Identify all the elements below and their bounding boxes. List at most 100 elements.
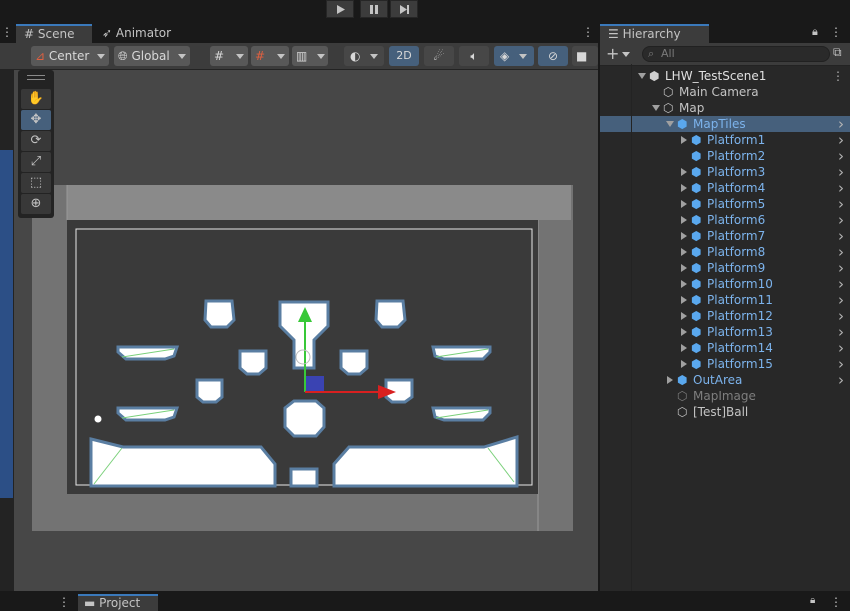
chevron-right-icon[interactable]: › — [838, 228, 844, 244]
platform[interactable] — [238, 349, 268, 376]
hierarchy-item[interactable]: ⬢ Platform15 › — [600, 356, 850, 372]
test-ball[interactable] — [94, 415, 102, 423]
hand-tool-button[interactable]: ✋ — [21, 89, 51, 109]
gizmo-xy-plane[interactable] — [305, 376, 324, 392]
scene-canvas[interactable] — [14, 70, 598, 591]
fold-closed-icon[interactable] — [667, 376, 673, 384]
hierarchy-item[interactable]: ⬢ Platform5 › — [600, 196, 850, 212]
space-dropdown[interactable]: 🌐︎ Global — [114, 46, 190, 66]
hierarchy-item[interactable]: ⬢ Platform6 › — [600, 212, 850, 228]
fold-closed-icon[interactable] — [681, 328, 687, 336]
fold-open-icon[interactable] — [666, 121, 674, 127]
lighting-button[interactable]: ☄ — [424, 46, 454, 66]
hierarchy-item[interactable]: ⬡ MapImage — [600, 388, 850, 404]
chevron-right-icon[interactable]: › — [838, 324, 844, 340]
hierarchy-item[interactable]: ⬢ Platform11 › — [600, 292, 850, 308]
hierarchy-item[interactable]: ⬢ Platform4 › — [600, 180, 850, 196]
hierarchy-item[interactable]: ⬢ Platform13 › — [600, 324, 850, 340]
chevron-right-icon[interactable]: › — [838, 180, 844, 196]
add-button[interactable]: + — [606, 44, 619, 63]
rotate-tool-button[interactable]: ⟳ — [21, 131, 51, 151]
scene-visibility-icon[interactable]: ⧉ — [833, 45, 842, 60]
chevron-right-icon[interactable]: › — [838, 260, 844, 276]
audio-button[interactable]: 🔈︎ — [459, 46, 489, 66]
fold-closed-icon[interactable] — [681, 216, 687, 224]
chevron-right-icon[interactable]: › — [838, 132, 844, 148]
hierarchy-item[interactable]: ⬡ Main Camera — [600, 84, 850, 100]
scale-tool-button[interactable]: ⤢ — [21, 152, 51, 172]
hierarchy-scene-row[interactable]: ⬢ LHW_TestScene1 ⋮ — [600, 68, 850, 84]
grid-visibility-button[interactable]: # — [251, 46, 289, 66]
fold-open-icon[interactable] — [652, 105, 660, 111]
platform[interactable] — [203, 299, 236, 329]
fold-open-icon[interactable] — [638, 73, 646, 79]
fold-closed-icon[interactable] — [681, 184, 687, 192]
fold-closed-icon[interactable] — [681, 200, 687, 208]
bottom-left-menu-icon[interactable]: ⋮ — [58, 595, 70, 609]
hierarchy-item[interactable]: ⬢ Platform7 › — [600, 228, 850, 244]
scene-menu-icon[interactable]: ⋮ — [832, 68, 844, 84]
move-tool-button[interactable]: ✥ — [21, 110, 51, 130]
tab-scene[interactable]: # Scene — [16, 24, 92, 43]
chevron-right-icon[interactable]: › — [838, 292, 844, 308]
tab-project[interactable]: ▬ Project — [78, 594, 158, 611]
platform[interactable] — [374, 299, 407, 329]
draw-mode-dropdown[interactable]: ◐ — [344, 46, 384, 66]
rect-tool-button[interactable]: ⬚ — [21, 173, 51, 193]
fold-closed-icon[interactable] — [681, 312, 687, 320]
chevron-right-icon[interactable]: › — [838, 372, 844, 388]
chevron-right-icon[interactable]: › — [838, 276, 844, 292]
effects-button[interactable]: ◈ — [494, 46, 534, 66]
fold-closed-icon[interactable] — [681, 264, 687, 272]
hidden-objects-button[interactable]: ⊘ — [538, 46, 568, 66]
hierarchy-item[interactable]: ⬢ Platform8 › — [600, 244, 850, 260]
palette-grip[interactable] — [27, 79, 45, 80]
fold-closed-icon[interactable] — [681, 344, 687, 352]
play-button[interactable] — [326, 0, 354, 18]
chevron-right-icon[interactable]: › — [838, 196, 844, 212]
hierarchy-item[interactable]: ⬢ Platform3 › — [600, 164, 850, 180]
hierarchy-item[interactable]: ⬢ Platform1 › — [600, 132, 850, 148]
chevron-right-icon[interactable]: › — [838, 356, 844, 372]
chevron-right-icon[interactable]: › — [838, 340, 844, 356]
hierarchy-item[interactable]: ⬢ Platform2 › — [600, 148, 850, 164]
fold-closed-icon[interactable] — [681, 248, 687, 256]
hierarchy-item[interactable]: ⬢ Platform14 › — [600, 340, 850, 356]
bottom-right-menu-icon[interactable]: ⋮ — [830, 595, 842, 609]
platform[interactable] — [289, 467, 319, 488]
fold-closed-icon[interactable] — [681, 168, 687, 176]
toggle-2d-button[interactable]: 2D — [389, 46, 419, 66]
grid-snap-button[interactable]: # — [210, 46, 248, 66]
chevron-right-icon[interactable]: › — [838, 164, 844, 180]
fold-closed-icon[interactable] — [681, 232, 687, 240]
platform[interactable] — [339, 349, 369, 376]
pivot-dropdown[interactable]: ⊿ Center — [31, 46, 109, 66]
increment-snap-button[interactable]: ▥ — [292, 46, 328, 66]
hierarchy-menu-icon[interactable]: ⋮ — [830, 25, 842, 39]
chevron-right-icon[interactable]: › — [838, 148, 844, 164]
fold-closed-icon[interactable] — [681, 280, 687, 288]
chevron-right-icon[interactable]: › — [838, 116, 844, 132]
platform[interactable] — [195, 378, 224, 404]
hierarchy-item[interactable]: ⬢ MapTiles › — [600, 116, 850, 132]
palette-grip[interactable] — [27, 75, 45, 76]
camera-button[interactable]: ■ — [572, 46, 598, 66]
chevron-down-icon[interactable] — [622, 52, 630, 57]
scene-viewport[interactable] — [14, 70, 598, 591]
tab-hierarchy[interactable]: ☰ Hierarchy — [600, 24, 709, 43]
chevron-right-icon[interactable]: › — [838, 244, 844, 260]
tab-animator[interactable]: ➶ Animator — [98, 24, 178, 43]
platform[interactable] — [283, 399, 326, 438]
hierarchy-item[interactable]: ⬢ Platform10 › — [600, 276, 850, 292]
chevron-right-icon[interactable]: › — [838, 308, 844, 324]
pause-button[interactable] — [360, 0, 388, 18]
lock-icon[interactable]: 🔒︎ — [812, 25, 818, 39]
hierarchy-item[interactable]: ⬢ Platform12 › — [600, 308, 850, 324]
scene-panel-menu-icon[interactable]: ⋮ — [582, 25, 594, 39]
fold-closed-icon[interactable] — [681, 296, 687, 304]
search-input[interactable]: ⌕ All — [642, 46, 830, 62]
platform[interactable] — [89, 437, 277, 488]
lock-icon[interactable]: 🔒︎ — [810, 595, 815, 606]
fold-closed-icon[interactable] — [681, 136, 687, 144]
step-button[interactable] — [390, 0, 418, 18]
